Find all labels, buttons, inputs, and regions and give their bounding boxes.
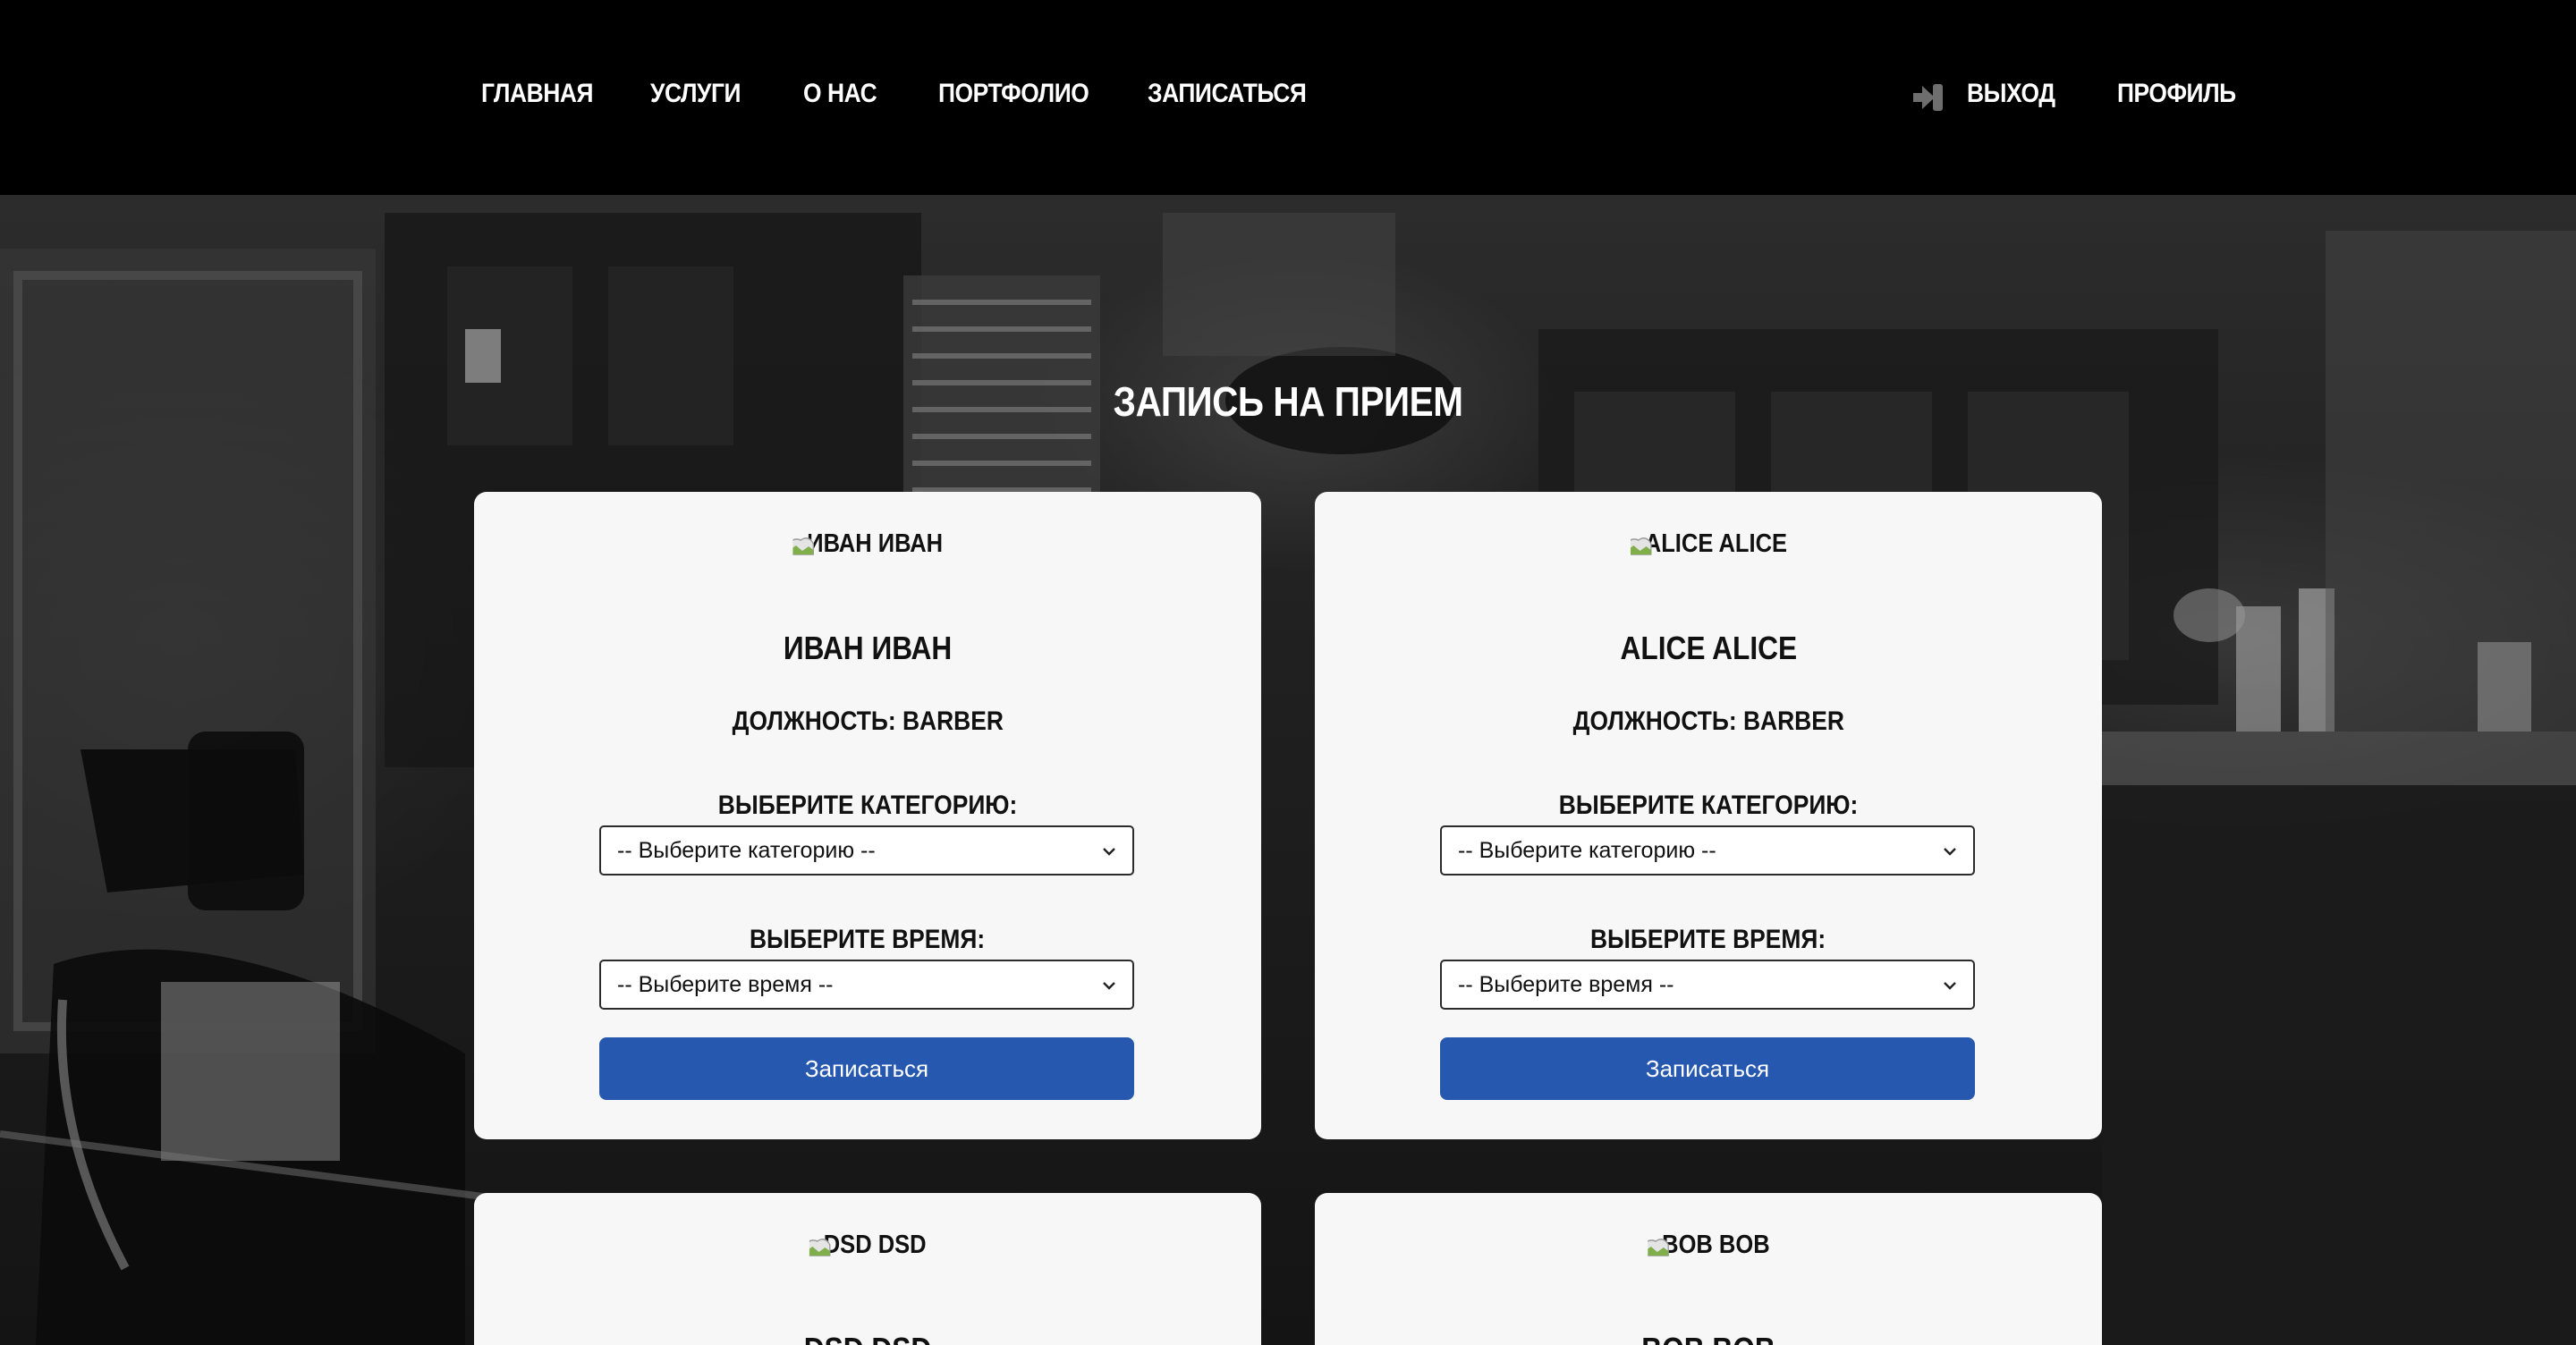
book-button[interactable]: Записаться (599, 1037, 1134, 1100)
chevron-down-icon (1103, 982, 1115, 990)
barber-photo: DSD DSD (474, 1231, 1261, 1260)
broken-image-icon (1647, 1239, 1669, 1256)
broken-image-icon (792, 537, 814, 555)
nav-link-home[interactable]: ГЛАВНАЯ (481, 79, 593, 109)
nav-link-about[interactable]: О НАС (803, 79, 877, 109)
profile-link[interactable]: ПРОФИЛЬ (2117, 79, 2236, 109)
category-select[interactable]: -- Выберите категорию -- (1440, 825, 1975, 876)
category-select[interactable]: -- Выберите категорию -- (599, 825, 1134, 876)
barber-card: ИВАН ИВАН ИВАН ИВАН ДОЛЖНОСТЬ: BARBER ВЫ… (474, 492, 1261, 1139)
chevron-down-icon (1944, 982, 1956, 990)
time-label: ВЫБЕРИТЕ ВРЕМЯ: (750, 925, 986, 954)
nav-link-portfolio[interactable]: ПОРТФОЛИО (938, 79, 1089, 109)
barber-photo: BOB BOB (1315, 1231, 2102, 1260)
logout-icon[interactable] (1911, 82, 1945, 113)
broken-image-icon (809, 1239, 831, 1256)
nav-link-booking[interactable]: ЗАПИСАТЬСЯ (1148, 79, 1307, 109)
time-label: ВЫБЕРИТЕ ВРЕМЯ: (1590, 925, 1826, 954)
barber-name: ALICE ALICE (1620, 630, 1797, 666)
barber-name: DSD DSD (474, 1331, 1261, 1345)
logout-link[interactable]: ВЫХОД (1967, 79, 2055, 109)
hero-background (0, 195, 2576, 1345)
barber-card: DSD DSD DSD DSD (474, 1193, 1261, 1345)
category-label: ВЫБЕРИТЕ КАТЕГОРИЮ: (1558, 791, 1859, 820)
time-select[interactable]: -- Выберите время -- (1440, 960, 1975, 1010)
barber-photo: ALICE ALICE (1315, 529, 2102, 559)
page-title: ЗАПИСЬ НА ПРИЕМ (1113, 378, 1463, 425)
barber-position: ДОЛЖНОСТЬ: BARBER (732, 706, 1004, 736)
time-select[interactable]: -- Выберите время -- (599, 960, 1134, 1010)
barber-photo: ИВАН ИВАН (474, 529, 1261, 559)
barbershop-photo (0, 213, 2576, 1345)
top-navbar: ГЛАВНАЯ УСЛУГИ О НАС ПОРТФОЛИО ЗАПИСАТЬС… (0, 0, 2576, 195)
barber-card: ALICE ALICE ALICE ALICE ДОЛЖНОСТЬ: BARBE… (1315, 492, 2102, 1139)
chevron-down-icon (1944, 848, 1956, 856)
category-label: ВЫБЕРИТЕ КАТЕГОРИЮ: (717, 791, 1018, 820)
barber-name: ИВАН ИВАН (783, 630, 953, 666)
nav-link-services[interactable]: УСЛУГИ (650, 79, 741, 109)
barber-position: ДОЛЖНОСТЬ: BARBER (1572, 706, 1844, 736)
chevron-down-icon (1103, 848, 1115, 856)
barber-card: BOB BOB BOB BOB (1315, 1193, 2102, 1345)
broken-image-icon (1630, 537, 1651, 555)
book-button[interactable]: Записаться (1440, 1037, 1975, 1100)
barber-name: BOB BOB (1315, 1331, 2102, 1345)
